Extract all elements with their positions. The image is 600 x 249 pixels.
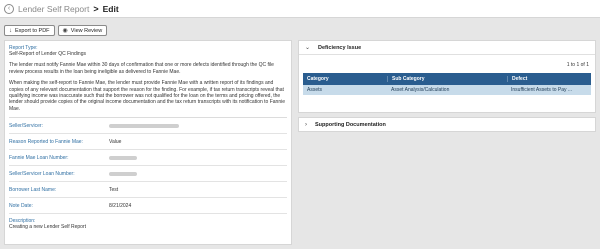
chevron-right-icon: ›: [305, 121, 307, 128]
eye-icon: ◉: [62, 28, 68, 34]
seller-servicer-label: Seller/Servicer:: [9, 122, 43, 129]
page-title: Edit: [102, 3, 119, 14]
action-toolbar: ↓ Export to PDF ◉ View Review: [4, 25, 108, 36]
reason-value: Value: [109, 138, 122, 145]
chevron-left-icon[interactable]: ‹: [4, 3, 14, 14]
chevron-down-icon: ⌄: [305, 45, 311, 51]
column-header-sub-category[interactable]: Sub Category: [387, 76, 507, 82]
download-icon: ↓: [9, 27, 12, 34]
view-review-label: View Review: [70, 27, 103, 34]
export-pdf-button[interactable]: ↓ Export to PDF: [4, 25, 55, 36]
note-date-value: 8/21/2024: [109, 202, 132, 209]
deficiency-accordion: ⌄ Deficiency Issue 1 to 1 of 1 Category …: [298, 40, 596, 113]
report-paragraph-1: The lender must notify Fannie Mae within…: [9, 62, 274, 75]
column-header-category[interactable]: Category: [303, 76, 387, 82]
note-date-row: Note Date: 8/21/2024: [9, 198, 287, 215]
description-value: Creating a new Lender Self Report: [9, 224, 86, 231]
servicer-loan-label: Seller/Servicer Loan Number:: [9, 170, 75, 177]
servicer-loan-row: Seller/Servicer Loan Number:: [9, 166, 287, 183]
redacted-value: [109, 155, 137, 160]
borrower-label: Borrower Last Name:: [9, 186, 57, 193]
cell-defect: Insufficient Assets to Pay ...: [511, 87, 573, 93]
report-details-panel: Report Type: Self-Report of Lender QC Fi…: [4, 40, 292, 245]
pagination-info: 1 to 1 of 1: [566, 62, 589, 68]
report-paragraph-2: When making the self-report to Fannie Ma…: [9, 80, 285, 112]
loan-number-row: Fannie Mae Loan Number:: [9, 150, 287, 167]
cell-category: Assets: [307, 87, 323, 93]
reason-row: Reason Reported to Fannie Mae: Value: [9, 134, 287, 151]
column-header-defect[interactable]: Defect: [507, 76, 591, 82]
note-date-label: Note Date:: [9, 202, 33, 209]
borrower-row: Borrower Last Name: Test: [9, 182, 287, 199]
reason-label: Reason Reported to Fannie Mae:: [9, 138, 83, 145]
breadcrumb-separator: >: [93, 3, 99, 14]
loan-number-label: Fannie Mae Loan Number:: [9, 154, 69, 161]
export-pdf-label: Export to PDF: [15, 27, 50, 34]
right-panel: ⌄ Deficiency Issue 1 to 1 of 1 Category …: [298, 40, 596, 245]
deficiency-table: Category Sub Category Defect Assets Asse…: [303, 73, 591, 95]
page-header: ‹ Lender Self Report > Edit: [0, 0, 600, 18]
deficiency-header[interactable]: ⌄ Deficiency Issue: [299, 41, 595, 54]
breadcrumb-parent[interactable]: Lender Self Report: [18, 4, 89, 14]
cell-sub-category: Asset Analysis/Calculation: [391, 87, 450, 93]
deficiency-body: 1 to 1 of 1 Category Sub Category Defect…: [299, 54, 595, 112]
borrower-value: Test: [109, 186, 119, 193]
table-header: Category Sub Category Defect: [303, 73, 591, 85]
redacted-value: [109, 171, 137, 176]
seller-servicer-row: Seller/Servicer:: [9, 118, 287, 135]
view-review-button[interactable]: ◉ View Review: [57, 25, 108, 36]
supporting-docs-accordion: › Supporting Documentation: [298, 117, 596, 132]
deficiency-title: Deficiency Issue: [318, 44, 362, 51]
table-row[interactable]: Assets Asset Analysis/Calculation Insuff…: [303, 85, 591, 95]
supporting-docs-header[interactable]: › Supporting Documentation: [299, 118, 595, 131]
redacted-value: [109, 123, 179, 128]
supporting-docs-title: Supporting Documentation: [315, 121, 386, 128]
description-block: Description: Creating a new Lender Self …: [9, 214, 287, 230]
report-type-value: Self-Report of Lender QC Findings: [9, 51, 86, 57]
